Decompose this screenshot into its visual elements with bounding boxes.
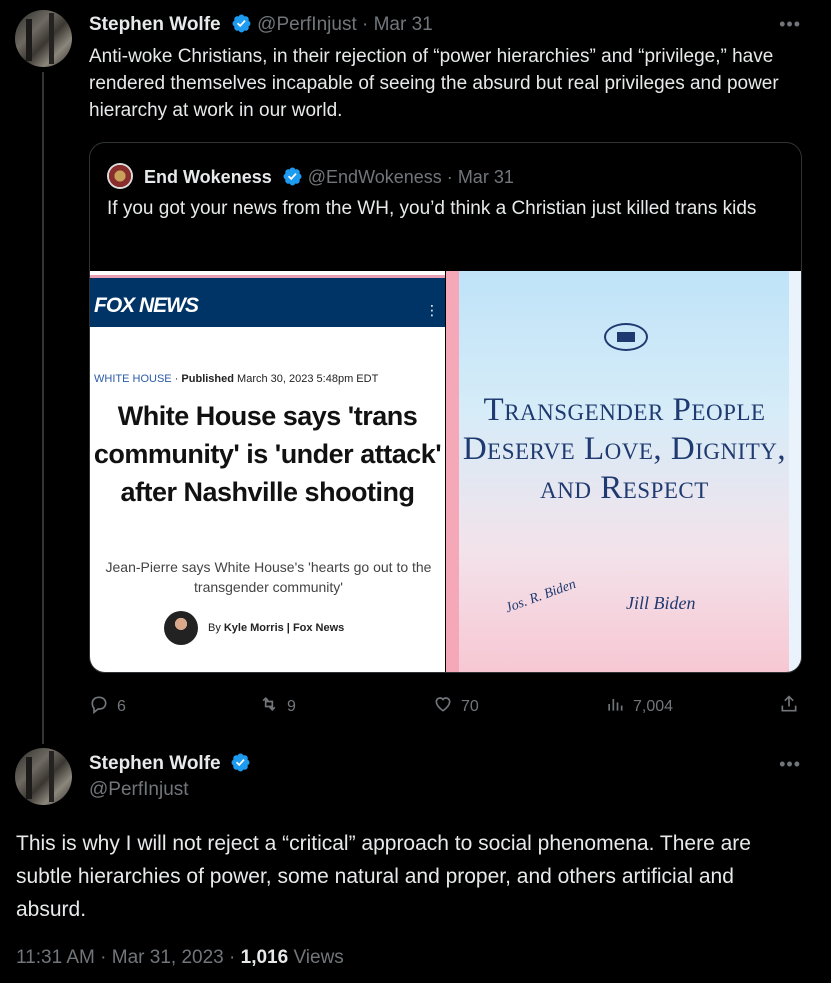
quoted-tweet-text: If you got your news from the WH, you’d …: [107, 198, 757, 219]
author-photo: [164, 611, 198, 645]
quoted-tweet[interactable]: End Wokeness @EndWokeness · Mar 31 If yo…: [89, 142, 802, 673]
verified-badge-icon: [282, 166, 303, 187]
byline-prefix: By: [208, 622, 221, 634]
share-button[interactable]: [779, 694, 799, 719]
reply-button[interactable]: 6: [89, 694, 126, 719]
more-options-icon[interactable]: •••: [779, 14, 801, 35]
author-handle[interactable]: @PerfInjust: [257, 14, 357, 35]
signature-1: Jos. R. Biden: [503, 576, 579, 617]
verified-badge-icon: [231, 13, 252, 34]
tweet-2-header: Stephen Wolfe @PerfInjust: [89, 752, 251, 801]
tweet-date[interactable]: Mar 31, 2023: [112, 947, 224, 968]
view-count: 7,004: [633, 697, 674, 715]
thread-connector-line: [42, 72, 44, 744]
quoted-author-name: End Wokeness: [144, 167, 272, 187]
quoted-timestamp: Mar 31: [457, 167, 514, 187]
article-subhead: Jean-Pierre says White House's 'hearts g…: [105, 559, 432, 595]
retweet-icon: [259, 694, 279, 719]
timestamp[interactable]: Mar 31: [374, 14, 433, 35]
byline-author: Kyle Morris | Fox News: [223, 622, 345, 634]
fox-news-header-bar: FOX NEWS ⋮: [90, 275, 445, 327]
graphic-title: Transgender People Deserve Love, Dignity…: [462, 392, 787, 506]
fox-news-logo: FOX NEWS: [94, 294, 199, 317]
fox-news-image[interactable]: FOX NEWS ⋮ WHITE HOUSE · Published March…: [90, 271, 445, 672]
separator: ·: [362, 14, 369, 35]
share-icon: [779, 694, 799, 719]
like-count: 70: [461, 697, 479, 715]
avatar[interactable]: [15, 748, 72, 805]
menu-icon: ⋮: [425, 302, 439, 318]
author-name[interactable]: Stephen Wolfe: [89, 14, 221, 35]
separator: ·: [446, 167, 453, 187]
quoted-avatar: [107, 163, 133, 189]
published-label: Published: [181, 373, 234, 385]
avatar[interactable]: [15, 10, 72, 67]
reply-count: 6: [117, 697, 126, 715]
retweet-count: 9: [287, 697, 296, 715]
analytics-icon: [605, 694, 625, 719]
signature-2: Jill Biden: [626, 593, 696, 613]
quoted-tweet-header: End Wokeness @EndWokeness · Mar 31: [107, 163, 514, 189]
verified-badge-icon: [230, 752, 251, 773]
views-button[interactable]: 7,004: [605, 694, 673, 719]
quoted-author-handle: @EndWokeness: [307, 167, 442, 187]
tweet-time[interactable]: 11:31 AM: [16, 947, 95, 968]
author-handle[interactable]: @PerfInjust: [89, 779, 251, 801]
like-button[interactable]: 70: [433, 694, 479, 719]
author-name[interactable]: Stephen Wolfe: [89, 753, 221, 774]
reply-icon: [89, 694, 109, 719]
article-headline: White House says 'trans community' is 'u…: [93, 401, 442, 507]
published-date: March 30, 2023 5:48pm EDT: [237, 373, 379, 385]
tweet-actions: 6 9 70 7,004: [89, 694, 802, 716]
separator: ·: [229, 947, 236, 968]
views-label: Views: [293, 947, 344, 968]
views-count[interactable]: 1,016: [241, 947, 289, 968]
tweet-1-text: Anti-woke Christians, in their rejection…: [89, 46, 779, 121]
heart-icon: [433, 694, 453, 719]
white-house-seal-icon: [604, 323, 648, 351]
white-house-graphic[interactable]: Transgender People Deserve Love, Dignity…: [446, 271, 801, 672]
article-meta: WHITE HOUSE · Published March 30, 2023 5…: [94, 373, 378, 385]
article-byline: By Kyle Morris | Fox News: [164, 611, 344, 645]
tweet-2-text: This is why I will not reject a “critica…: [16, 832, 751, 921]
article-category: WHITE HOUSE: [94, 373, 172, 385]
separator: ·: [100, 947, 107, 968]
retweet-button[interactable]: 9: [259, 694, 296, 719]
tweet-metadata: 11:31 AM · Mar 31, 2023 · 1,016 Views: [16, 947, 344, 969]
quoted-media[interactable]: FOX NEWS ⋮ WHITE HOUSE · Published March…: [90, 271, 801, 672]
more-options-icon[interactable]: •••: [779, 754, 801, 775]
tweet-1-header: Stephen Wolfe @PerfInjust · Mar 31: [89, 13, 433, 36]
